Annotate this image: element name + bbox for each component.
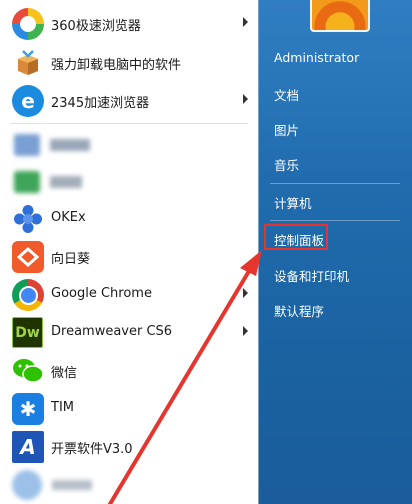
- annotation-arrow: [108, 250, 262, 504]
